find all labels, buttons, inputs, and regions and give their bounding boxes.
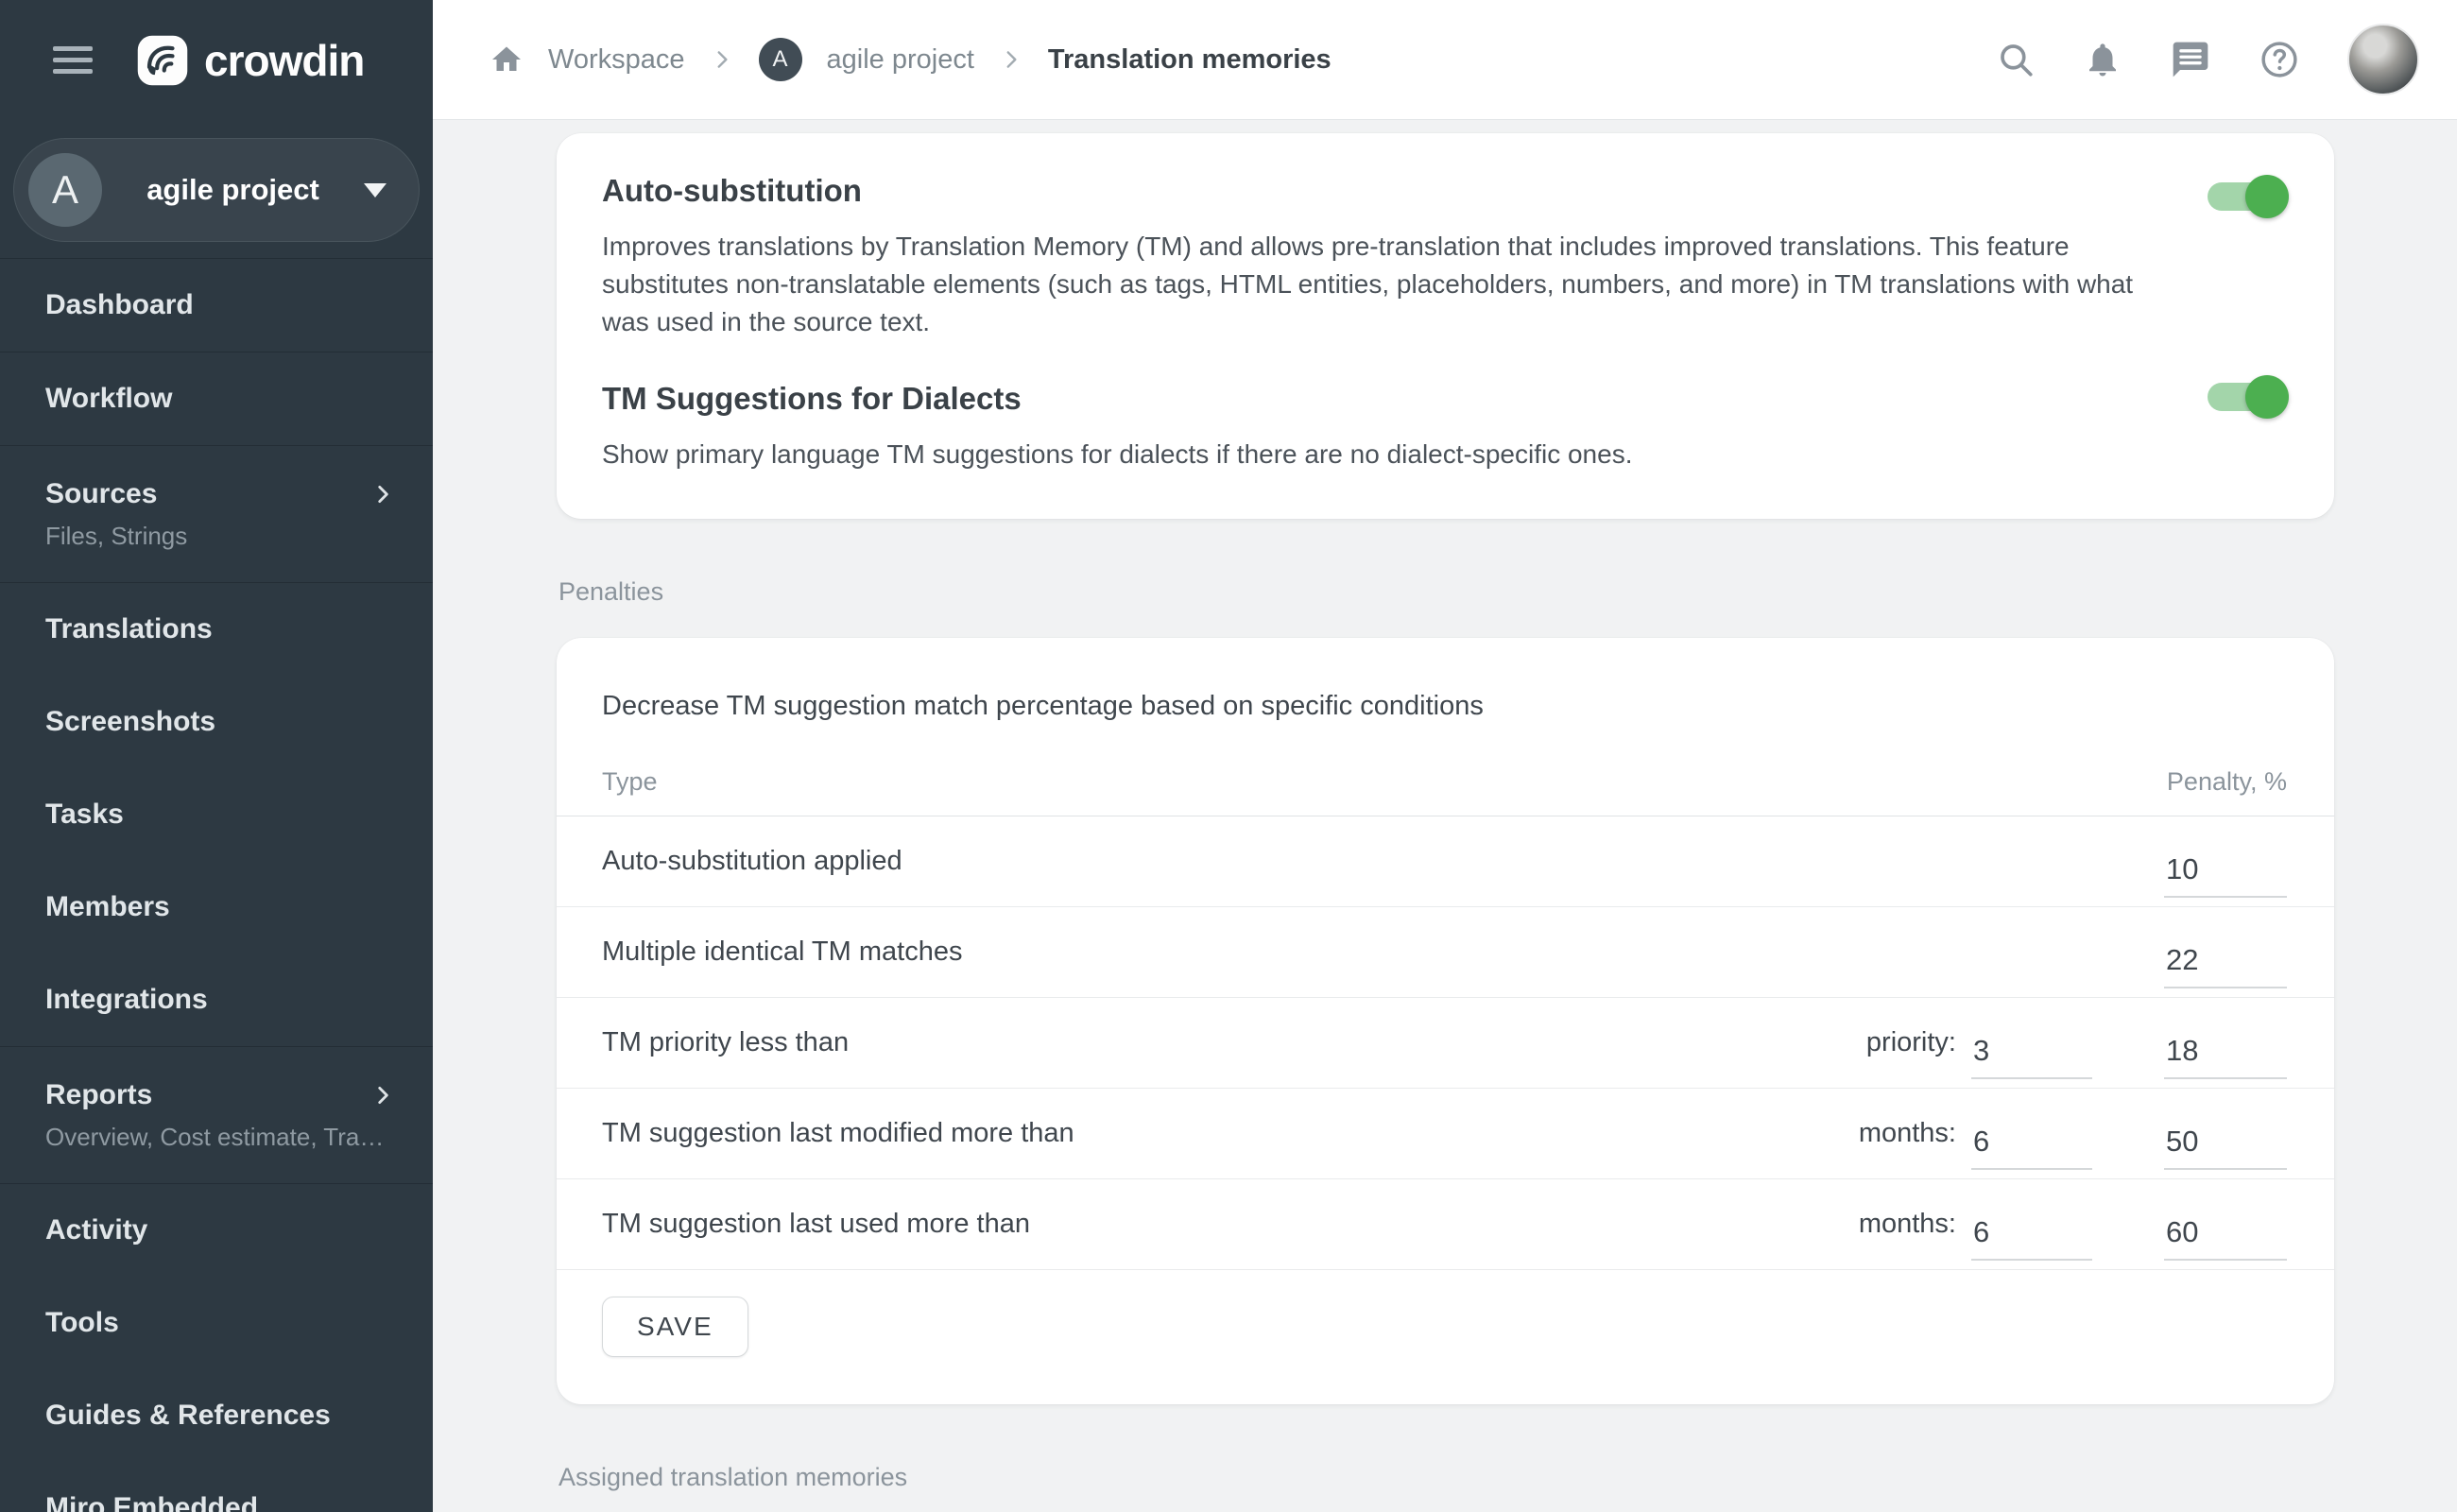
sidebar-item-miro-embedded[interactable]: Miro Embedded xyxy=(0,1462,433,1512)
assigned-section-label: Assigned translation memories xyxy=(558,1463,2334,1492)
tm-settings-card: Auto-substitution Improves translations … xyxy=(557,133,2334,519)
penalty-input[interactable] xyxy=(2164,1215,2287,1261)
sidebar-item-dashboard[interactable]: Dashboard xyxy=(0,259,433,352)
crowdin-logo-icon xyxy=(136,34,189,87)
sidebar-item-sources[interactable]: Sources Files, Strings xyxy=(0,446,433,582)
penalty-input[interactable] xyxy=(2164,943,2287,988)
breadcrumb-workspace[interactable]: Workspace xyxy=(548,44,685,76)
sidebar-item-members[interactable]: Members xyxy=(0,861,433,954)
tm-dialects-description: Show primary language TM suggestions for… xyxy=(602,436,2171,473)
sidebar-item-guides-references[interactable]: Guides & References xyxy=(0,1369,433,1462)
column-header-penalty: Penalty, % xyxy=(2162,767,2287,797)
tm-dialects-setting: TM Suggestions for Dialects Show primary… xyxy=(602,381,2289,473)
table-row: TM suggestion last used more than months… xyxy=(557,1179,2334,1270)
sidebar-item-tools[interactable]: Tools xyxy=(0,1277,433,1369)
penalties-section-label: Penalties xyxy=(558,577,2334,607)
table-row: TM priority less than priority: xyxy=(557,998,2334,1089)
project-selector[interactable]: A agile project xyxy=(13,138,420,242)
sidebar-item-tasks[interactable]: Tasks xyxy=(0,768,433,861)
table-row: Multiple identical TM matches xyxy=(557,907,2334,998)
sidebar-item-reports[interactable]: Reports Overview, Cost estimate, Transl… xyxy=(0,1047,433,1183)
penalties-table-header: Type Penalty, % xyxy=(557,767,2334,816)
param-label: months: xyxy=(1859,1209,1956,1240)
top-header: Workspace A agile project Translation me… xyxy=(433,0,2457,120)
save-button[interactable]: SAVE xyxy=(602,1297,748,1357)
param-input[interactable] xyxy=(1971,1125,2092,1170)
param-label: priority: xyxy=(1866,1027,1956,1058)
penalty-input[interactable] xyxy=(2164,1125,2287,1170)
crowdin-logo[interactable]: crowdin xyxy=(136,34,364,87)
column-header-type: Type xyxy=(602,767,2162,797)
search-icon[interactable] xyxy=(1996,40,2036,79)
table-row: TM suggestion last modified more than mo… xyxy=(557,1089,2334,1179)
tm-dialects-toggle[interactable] xyxy=(2208,383,2281,411)
breadcrumb-project-avatar: A xyxy=(759,38,802,81)
breadcrumb: Workspace A agile project Translation me… xyxy=(490,38,1332,81)
param-input[interactable] xyxy=(1971,1215,2092,1261)
sidebar-menu: Dashboard Workflow Sources Files, String… xyxy=(0,258,433,1512)
penalties-card-title: Decrease TM suggestion match percentage … xyxy=(557,638,2334,722)
page-title: Translation memories xyxy=(1048,44,1332,76)
sidebar-item-workflow[interactable]: Workflow xyxy=(0,352,433,445)
auto-substitution-description: Improves translations by Translation Mem… xyxy=(602,228,2171,341)
hamburger-menu-icon[interactable] xyxy=(53,40,93,80)
auto-substitution-setting: Auto-substitution Improves translations … xyxy=(602,173,2289,341)
project-name: agile project xyxy=(102,173,364,207)
penalty-input[interactable] xyxy=(2164,1034,2287,1079)
chevron-right-icon xyxy=(710,47,734,72)
chevron-right-icon xyxy=(370,1083,395,1108)
main-content: Auto-substitution Improves translations … xyxy=(433,121,2457,1512)
breadcrumb-project[interactable]: agile project xyxy=(827,44,974,76)
chevron-right-icon xyxy=(370,482,395,507)
header-actions xyxy=(1996,24,2419,95)
penalties-card: Decrease TM suggestion match percentage … xyxy=(557,638,2334,1404)
sidebar-item-activity[interactable]: Activity xyxy=(0,1184,433,1277)
caret-down-icon xyxy=(364,183,387,198)
sidebar-header: crowdin xyxy=(0,0,433,120)
messages-icon[interactable] xyxy=(2170,39,2211,80)
tm-dialects-title: TM Suggestions for Dialects xyxy=(602,381,2171,417)
crowdin-logo-text: crowdin xyxy=(204,35,364,86)
auto-substitution-title: Auto-substitution xyxy=(602,173,2171,209)
help-icon[interactable] xyxy=(2259,39,2300,80)
project-avatar: A xyxy=(28,153,102,227)
notifications-bell-icon[interactable] xyxy=(2083,40,2122,79)
sidebar-item-integrations[interactable]: Integrations xyxy=(0,954,433,1046)
sidebar-item-screenshots[interactable]: Screenshots xyxy=(0,676,433,768)
user-avatar[interactable] xyxy=(2347,24,2419,95)
chevron-right-icon xyxy=(999,47,1023,72)
auto-substitution-toggle[interactable] xyxy=(2208,182,2281,211)
sidebar: crowdin A agile project Dashboard Workfl… xyxy=(0,0,433,1512)
table-row: Auto-substitution applied xyxy=(557,816,2334,907)
penalty-input[interactable] xyxy=(2164,852,2287,898)
sidebar-item-translations[interactable]: Translations xyxy=(0,583,433,676)
param-label: months: xyxy=(1859,1118,1956,1149)
param-input[interactable] xyxy=(1971,1034,2092,1079)
home-icon[interactable] xyxy=(490,43,524,77)
